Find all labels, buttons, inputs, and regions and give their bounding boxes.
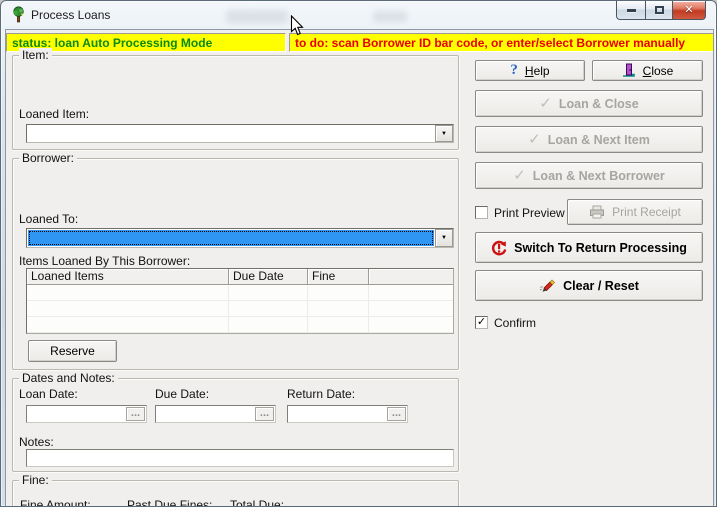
table-row (27, 317, 453, 333)
title-bar[interactable]: Process Loans ✕ (1, 1, 716, 29)
print-preview-label: Print Preview (494, 206, 565, 220)
loan-date-label: Loan Date: (19, 387, 78, 401)
loaned-item-value[interactable] (28, 126, 434, 141)
column-header-fine[interactable]: Fine (308, 269, 369, 285)
items-loaned-table[interactable]: Loaned Items Due Date Fine (26, 268, 454, 334)
table-row (27, 301, 453, 317)
help-icon: ? (510, 62, 518, 78)
return-date-label: Return Date: (287, 387, 356, 401)
help-button[interactable]: ? Help (475, 60, 585, 81)
column-header-blank[interactable] (369, 269, 453, 285)
check-icon: ✓ (539, 95, 552, 112)
process-loans-window: Process Loans ✕ status: loan Auto Proces… (0, 0, 717, 507)
column-header-due-date[interactable]: Due Date (229, 269, 308, 285)
return-date-field[interactable]: ... (287, 405, 408, 423)
loan-and-close-button[interactable]: ✓ Loan & Close (475, 90, 703, 117)
loan-date-picker-button[interactable]: ... (126, 407, 145, 421)
loaned-item-dropdown-button[interactable]: ▼ (435, 125, 453, 142)
glass-smudge (373, 11, 407, 22)
table-header-row: Loaned Items Due Date Fine (27, 269, 453, 285)
total-due-label: Total Due: (230, 498, 285, 507)
fine-group-title: Fine: (19, 473, 52, 487)
exit-door-icon (622, 63, 635, 77)
chevron-down-icon: ▼ (441, 130, 447, 137)
reserve-button[interactable]: Reserve (28, 340, 117, 362)
caption-buttons: ✕ (616, 1, 706, 20)
maximize-button[interactable] (645, 1, 673, 20)
check-icon: ✓ (528, 131, 541, 148)
due-date-picker-button[interactable]: ... (255, 407, 274, 421)
loaned-to-value[interactable] (28, 230, 434, 246)
confirm-label: Confirm (494, 316, 537, 330)
close-icon: ✕ (684, 3, 694, 16)
maximize-icon (654, 6, 664, 14)
app-tree-icon (13, 6, 24, 23)
return-date-picker-button[interactable]: ... (387, 407, 406, 421)
loan-and-next-item-button[interactable]: ✓ Loan & Next Item (475, 126, 703, 153)
switch-to-return-processing-button[interactable]: Switch To Return Processing (475, 232, 703, 263)
todo-panel: to do: scan Borrower ID bar code, or ent… (289, 33, 713, 52)
clear-reset-button[interactable]: Clear / Reset (475, 270, 703, 301)
due-date-field[interactable]: ... (155, 405, 276, 423)
loaned-item-label: Loaned Item: (19, 107, 90, 121)
confirm-checkbox[interactable]: ✓ (475, 316, 488, 329)
past-due-fines-label: Past Due Fines: (127, 498, 213, 507)
glass-smudge (226, 10, 288, 23)
borrower-group-title: Borrower: (19, 151, 78, 165)
chevron-down-icon: ▼ (441, 235, 447, 241)
client-area: status: loan Auto Processing Mode to do:… (5, 29, 714, 507)
todo-text: to do: scan Borrower ID bar code, or ent… (295, 35, 686, 50)
close-window-button[interactable]: ✕ (673, 1, 706, 20)
notes-label: Notes: (19, 435, 54, 449)
fine-amount-label: Fine Amount: (20, 498, 91, 507)
loan-date-field[interactable]: ... (26, 405, 147, 423)
loaned-to-label: Loaned To: (19, 212, 79, 226)
item-group-title: Item: (19, 48, 52, 62)
switch-refresh-icon (492, 240, 507, 255)
minimize-icon (626, 8, 636, 12)
loan-and-next-borrower-button[interactable]: ✓ Loan & Next Borrower (475, 162, 703, 189)
checkmark-icon: ✓ (476, 316, 487, 328)
print-receipt-button[interactable]: Print Receipt (567, 199, 703, 225)
minimize-button[interactable] (616, 1, 645, 20)
printer-icon (590, 205, 605, 219)
notes-field[interactable] (26, 449, 454, 467)
loaned-to-combobox[interactable]: ▼ (26, 228, 454, 248)
due-date-label: Due Date: (155, 387, 210, 401)
dates-notes-group-title: Dates and Notes: (19, 371, 118, 385)
mouse-cursor (290, 15, 304, 36)
window-title: Process Loans (31, 8, 111, 22)
close-button[interactable]: Close (592, 60, 703, 81)
table-row (27, 285, 453, 301)
print-preview-checkbox[interactable] (475, 206, 488, 219)
loaned-item-combobox[interactable]: ▼ (26, 124, 454, 143)
column-header-loaned-items[interactable]: Loaned Items (27, 269, 229, 285)
items-loaned-label: Items Loaned By This Borrower: (19, 254, 191, 268)
check-icon: ✓ (513, 167, 526, 184)
eraser-pencil-icon (539, 279, 556, 292)
loaned-to-dropdown-button[interactable]: ▼ (435, 229, 453, 247)
